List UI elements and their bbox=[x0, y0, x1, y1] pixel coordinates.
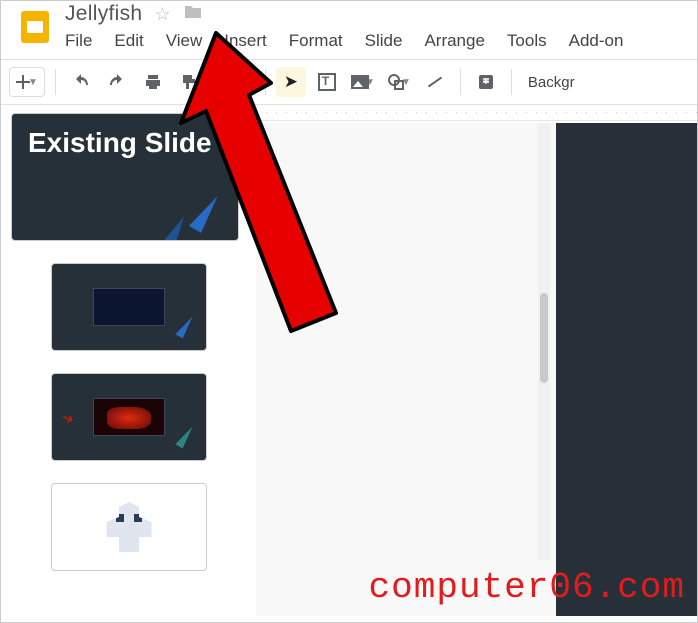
slide-thumbnail-4[interactable] bbox=[51, 483, 207, 571]
star-icon[interactable]: ☆ bbox=[154, 4, 170, 25]
line-icon bbox=[428, 77, 442, 88]
chevron-down-icon: ▼ bbox=[28, 77, 38, 88]
zoom-button[interactable]: ▼ bbox=[225, 67, 255, 97]
comment-button[interactable]: + bbox=[471, 67, 501, 97]
menu-insert[interactable]: Insert bbox=[224, 31, 267, 51]
menu-edit[interactable]: Edit bbox=[114, 31, 143, 51]
textbox-button[interactable] bbox=[312, 67, 342, 97]
slide-canvas-area bbox=[256, 105, 697, 616]
menu-view[interactable]: View bbox=[166, 31, 203, 51]
horizontal-ruler bbox=[256, 105, 697, 121]
current-slide-preview[interactable] bbox=[556, 123, 697, 616]
menu-arrange[interactable]: Arrange bbox=[424, 31, 484, 51]
slide-thumbnail-panel: Existing Slide 6 ➔ bbox=[1, 105, 256, 616]
slide-1-title: Existing Slide bbox=[28, 128, 222, 159]
image-button[interactable]: ▼ bbox=[348, 67, 378, 97]
vertical-scrollbar[interactable] bbox=[538, 123, 550, 560]
shape-button[interactable]: ▼ bbox=[384, 67, 414, 97]
menu-slide[interactable]: Slide bbox=[365, 31, 403, 51]
redo-button[interactable] bbox=[102, 67, 132, 97]
slides-logo bbox=[15, 7, 55, 47]
new-slide-button[interactable]: ▼ bbox=[9, 67, 45, 97]
scrollbar-thumb[interactable] bbox=[540, 293, 548, 383]
menu-bar: File Edit View Insert Format Slide Arran… bbox=[65, 25, 623, 59]
line-button[interactable] bbox=[420, 67, 450, 97]
document-title[interactable]: Jellyfish bbox=[65, 2, 142, 26]
paint-format-button[interactable] bbox=[174, 67, 204, 97]
arrow-icon: ➔ bbox=[59, 409, 76, 429]
slide-thumbnail-1[interactable]: Existing Slide bbox=[11, 113, 239, 241]
folder-icon[interactable] bbox=[183, 4, 203, 25]
background-button[interactable]: Backgr bbox=[522, 74, 581, 91]
menu-tools[interactable]: Tools bbox=[507, 31, 547, 51]
menu-file[interactable]: File bbox=[65, 31, 92, 51]
cursor-icon: ➤ bbox=[284, 72, 298, 92]
print-button[interactable] bbox=[138, 67, 168, 97]
image-icon bbox=[351, 75, 369, 89]
watermark-text: computer06.com bbox=[369, 567, 685, 608]
toolbar: ▼ ▼ ➤ ▼ ▼ + Backgr bbox=[1, 59, 697, 105]
chevron-down-icon: ▼ bbox=[401, 77, 411, 88]
svg-text:+: + bbox=[483, 76, 489, 88]
slide-thumbnail-3[interactable]: ➔ bbox=[51, 373, 207, 461]
chevron-down-icon: ▼ bbox=[241, 77, 251, 88]
undo-button[interactable] bbox=[66, 67, 96, 97]
menu-addons[interactable]: Add-on bbox=[569, 31, 624, 51]
textbox-icon bbox=[318, 73, 336, 91]
select-tool-button[interactable]: ➤ bbox=[276, 67, 306, 97]
slide-thumbnail-2[interactable] bbox=[51, 263, 207, 351]
menu-format[interactable]: Format bbox=[289, 31, 343, 51]
